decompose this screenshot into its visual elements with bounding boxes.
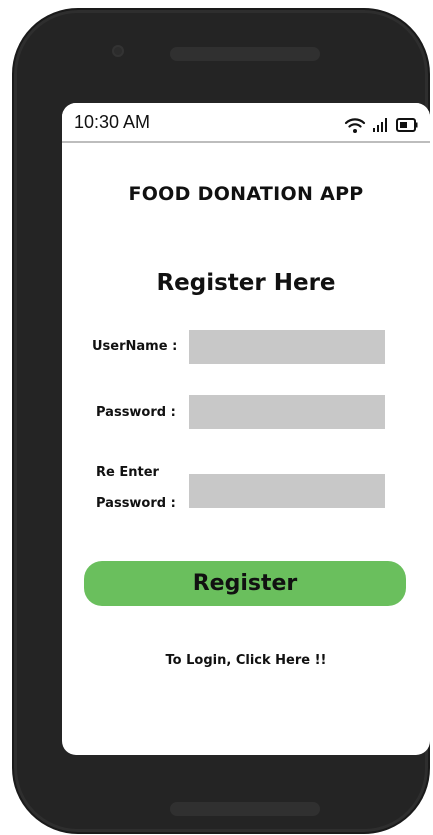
phone-frame: 10:30 AM FOOD DONATION APP Register Here… [12, 8, 430, 834]
status-time: 10:30 AM [74, 112, 151, 132]
home-bar [170, 802, 320, 816]
camera-icon [112, 45, 124, 57]
password-input[interactable] [189, 395, 385, 429]
speaker-grille [170, 47, 320, 61]
username-input[interactable] [189, 330, 385, 364]
signal-icon [373, 118, 387, 132]
reenter-password-input[interactable] [189, 474, 385, 508]
status-icons [344, 116, 418, 134]
reenter-label-line2: Password : [96, 496, 176, 511]
login-link[interactable]: To Login, Click Here !! [62, 653, 430, 668]
app-title: FOOD DONATION APP [128, 183, 364, 205]
page-heading: Register Here [156, 270, 336, 296]
password-label: Password : [96, 405, 176, 420]
app-screen: 10:30 AM FOOD DONATION APP Register Here… [62, 103, 430, 755]
status-bar: 10:30 AM [62, 103, 430, 143]
register-button[interactable]: Register [84, 561, 406, 606]
reenter-label-line1: Re Enter [96, 465, 159, 480]
wifi-icon [344, 118, 366, 133]
username-label: UserName : [92, 339, 178, 354]
battery-icon [396, 118, 418, 132]
